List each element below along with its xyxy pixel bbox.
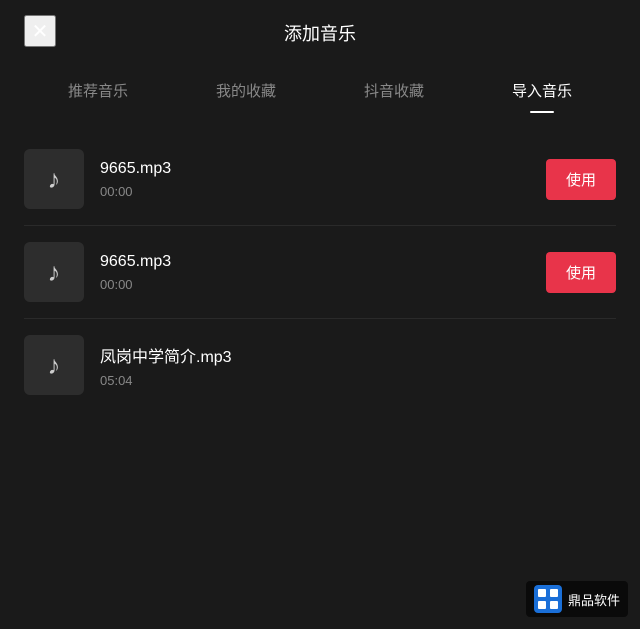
header: ✕ 添加音乐 <box>0 0 640 62</box>
watermark-logo-icon <box>534 585 562 613</box>
tab-recommended[interactable]: 推荐音乐 <box>24 70 172 113</box>
music-list: ♪ 9665.mp3 00:00 使用 ♪ 9665.mp3 00:00 使用 … <box>0 121 640 423</box>
music-note-icon: ♪ <box>48 350 61 381</box>
music-note-icon: ♪ <box>48 164 61 195</box>
music-name: 9665.mp3 <box>100 253 546 271</box>
music-duration: 05:04 <box>100 373 616 388</box>
close-button[interactable]: ✕ <box>24 15 56 47</box>
close-icon: ✕ <box>32 19 49 44</box>
use-button[interactable]: 使用 <box>546 159 616 200</box>
tab-import[interactable]: 导入音乐 <box>468 70 616 113</box>
music-info: 9665.mp3 00:00 <box>100 253 546 292</box>
music-info: 凤岗中学简介.mp3 05:04 <box>100 343 616 388</box>
tab-my-favorites[interactable]: 我的收藏 <box>172 70 320 113</box>
music-thumbnail: ♪ <box>24 149 84 209</box>
list-item: ♪ 9665.mp3 00:00 使用 <box>24 133 616 226</box>
music-note-icon: ♪ <box>48 257 61 288</box>
music-name: 9665.mp3 <box>100 160 546 178</box>
watermark: 鼎品软件 <box>526 581 628 617</box>
music-duration: 00:00 <box>100 277 546 292</box>
list-item: ♪ 凤岗中学简介.mp3 05:04 <box>24 319 616 411</box>
page-title: 添加音乐 <box>284 20 356 46</box>
tab-douyin-favorites[interactable]: 抖音收藏 <box>320 70 468 113</box>
music-thumbnail: ♪ <box>24 242 84 302</box>
music-thumbnail: ♪ <box>24 335 84 395</box>
tab-bar: 推荐音乐 我的收藏 抖音收藏 导入音乐 <box>0 62 640 113</box>
music-info: 9665.mp3 00:00 <box>100 160 546 199</box>
music-duration: 00:00 <box>100 184 546 199</box>
watermark-text: 鼎品软件 <box>568 590 620 609</box>
list-item: ♪ 9665.mp3 00:00 使用 <box>24 226 616 319</box>
music-name: 凤岗中学简介.mp3 <box>100 343 616 367</box>
use-button[interactable]: 使用 <box>546 252 616 293</box>
